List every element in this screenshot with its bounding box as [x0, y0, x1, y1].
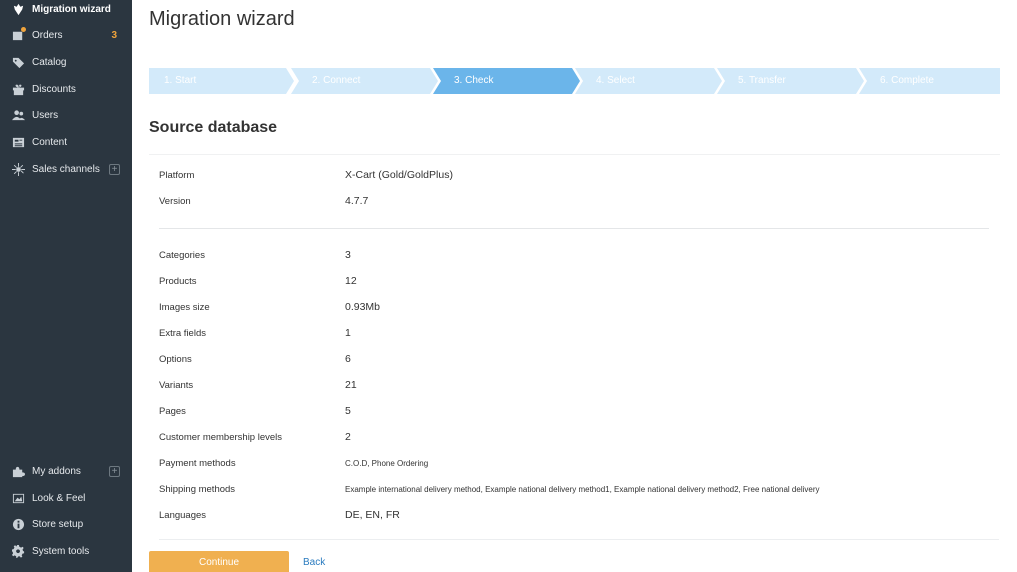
puzzle-icon	[11, 464, 25, 478]
pages-row: Pages 5	[159, 401, 989, 421]
orders-icon	[11, 27, 26, 42]
step-label: 3. Check	[454, 75, 494, 86]
step-label: 1. Start	[164, 75, 197, 86]
platform-value: X-Cart (Gold/GoldPlus)	[345, 169, 453, 181]
version-label: Version	[159, 195, 191, 207]
stat-label: Customer membership levels	[159, 431, 283, 443]
sidebar-item-migration-wizard[interactable]: Migration wizard	[0, 0, 132, 22]
stat-label: Shipping methods	[159, 483, 236, 495]
languages-row: Languages DE, EN, FR	[159, 505, 989, 525]
sidebar-item-label: Users	[32, 109, 59, 121]
stat-value: Example international delivery method, E…	[345, 484, 820, 494]
sales-channels-icon	[11, 162, 25, 176]
platform-label: Platform	[159, 169, 195, 181]
extra-fields-row: Extra fields 1	[159, 323, 989, 343]
step-label: 5. Transfer	[738, 75, 786, 86]
sidebar-item-look-feel[interactable]: Look & Feel	[0, 485, 132, 511]
sidebar-item-sales-channels[interactable]: Sales channels +	[0, 156, 132, 182]
stat-value: 5	[345, 405, 351, 417]
add-addon-button[interactable]: +	[109, 465, 120, 477]
step-label: 2. Connect	[312, 75, 361, 86]
sidebar-item-label: Catalog	[32, 56, 67, 68]
products-row: Products 12	[159, 271, 989, 291]
options-row: Options 6	[159, 349, 989, 369]
stat-value: 3	[345, 249, 351, 261]
stat-value: 1	[345, 327, 351, 339]
sidebar-item-label: Orders	[32, 29, 63, 41]
sidebar-item-label: Discounts	[32, 83, 76, 95]
stat-value: 6	[345, 353, 351, 365]
migration-icon	[11, 2, 25, 16]
step-check: 3. Check	[433, 68, 580, 94]
stat-value: 12	[345, 275, 357, 287]
step-select: 4. Select	[575, 68, 722, 94]
stat-value: 21	[345, 379, 357, 391]
back-link[interactable]: Back	[303, 557, 325, 568]
sidebar-item-label: Store setup	[32, 518, 84, 530]
sidebar-item-label: Migration wizard	[32, 3, 111, 15]
tag-icon	[11, 55, 25, 69]
section-title: Source database	[149, 119, 278, 136]
gear-icon	[11, 544, 25, 558]
sidebar-item-users[interactable]: Users	[0, 102, 132, 128]
content-icon	[11, 135, 25, 149]
sidebar-item-catalog[interactable]: Catalog	[0, 49, 132, 75]
divider	[159, 539, 999, 540]
wizard-steps: 1. Start 2. Connect 3. Check 4. Select 5…	[149, 68, 1000, 94]
notification-dot	[21, 27, 26, 32]
sidebar-item-my-addons[interactable]: My addons +	[0, 458, 132, 484]
sidebar: Migration wizard Orders 3 Catalog Discou…	[0, 0, 132, 572]
orders-count-badge: 3	[111, 29, 117, 41]
step-label: 4. Select	[596, 75, 635, 86]
platform-row: Platform X-Cart (Gold/GoldPlus)	[159, 165, 989, 185]
continue-button[interactable]: Continue	[149, 551, 289, 572]
stat-label: Options	[159, 353, 192, 365]
source-database-panel: Platform X-Cart (Gold/GoldPlus) Version …	[149, 154, 1000, 540]
stat-label: Languages	[159, 509, 207, 521]
step-connect: 2. Connect	[291, 68, 438, 94]
stat-label: Payment methods	[159, 457, 236, 469]
step-complete: 6. Complete	[859, 68, 1000, 94]
gift-icon	[11, 82, 25, 96]
stat-value: C.O.D, Phone Ordering	[345, 458, 429, 468]
payment-methods-row: Payment methods C.O.D, Phone Ordering	[159, 453, 989, 473]
image-icon	[11, 491, 25, 505]
page-title: Migration wizard	[149, 8, 295, 30]
sidebar-item-label: System tools	[32, 545, 90, 557]
sidebar-item-label: Sales channels	[32, 163, 100, 175]
step-start: 1. Start	[149, 68, 294, 94]
variants-row: Variants 21	[159, 375, 989, 395]
membership-levels-row: Customer membership levels 2	[159, 427, 989, 447]
version-row: Version 4.7.7	[159, 191, 989, 211]
categories-row: Categories 3	[159, 245, 989, 265]
step-label: 6. Complete	[880, 75, 934, 86]
users-icon	[11, 108, 25, 122]
stat-value: DE, EN, FR	[345, 509, 400, 521]
shipping-methods-row: Shipping methods Example international d…	[159, 479, 989, 499]
divider	[159, 228, 989, 229]
sidebar-item-discounts[interactable]: Discounts	[0, 76, 132, 102]
add-sales-channel-button[interactable]: +	[109, 163, 120, 175]
sidebar-item-system-tools[interactable]: System tools	[0, 538, 132, 564]
images-size-row: Images size 0.93Mb	[159, 297, 989, 317]
version-value: 4.7.7	[345, 195, 369, 207]
stat-label: Variants	[159, 379, 194, 391]
sidebar-item-label: Content	[32, 136, 68, 148]
stat-label: Products	[159, 275, 197, 287]
stat-value: 0.93Mb	[345, 301, 381, 313]
stat-label: Categories	[159, 249, 205, 261]
sidebar-item-store-setup[interactable]: Store setup	[0, 511, 132, 537]
stat-value: 2	[345, 431, 351, 443]
sidebar-item-label: My addons	[32, 465, 81, 477]
stat-label: Images size	[159, 301, 210, 313]
stat-label: Pages	[159, 405, 186, 417]
step-transfer: 5. Transfer	[717, 68, 864, 94]
sidebar-item-orders[interactable]: Orders 3	[0, 22, 132, 48]
sidebar-item-content[interactable]: Content	[0, 129, 132, 155]
stat-label: Extra fields	[159, 327, 206, 339]
sidebar-item-label: Look & Feel	[32, 492, 86, 504]
info-icon	[11, 517, 25, 531]
